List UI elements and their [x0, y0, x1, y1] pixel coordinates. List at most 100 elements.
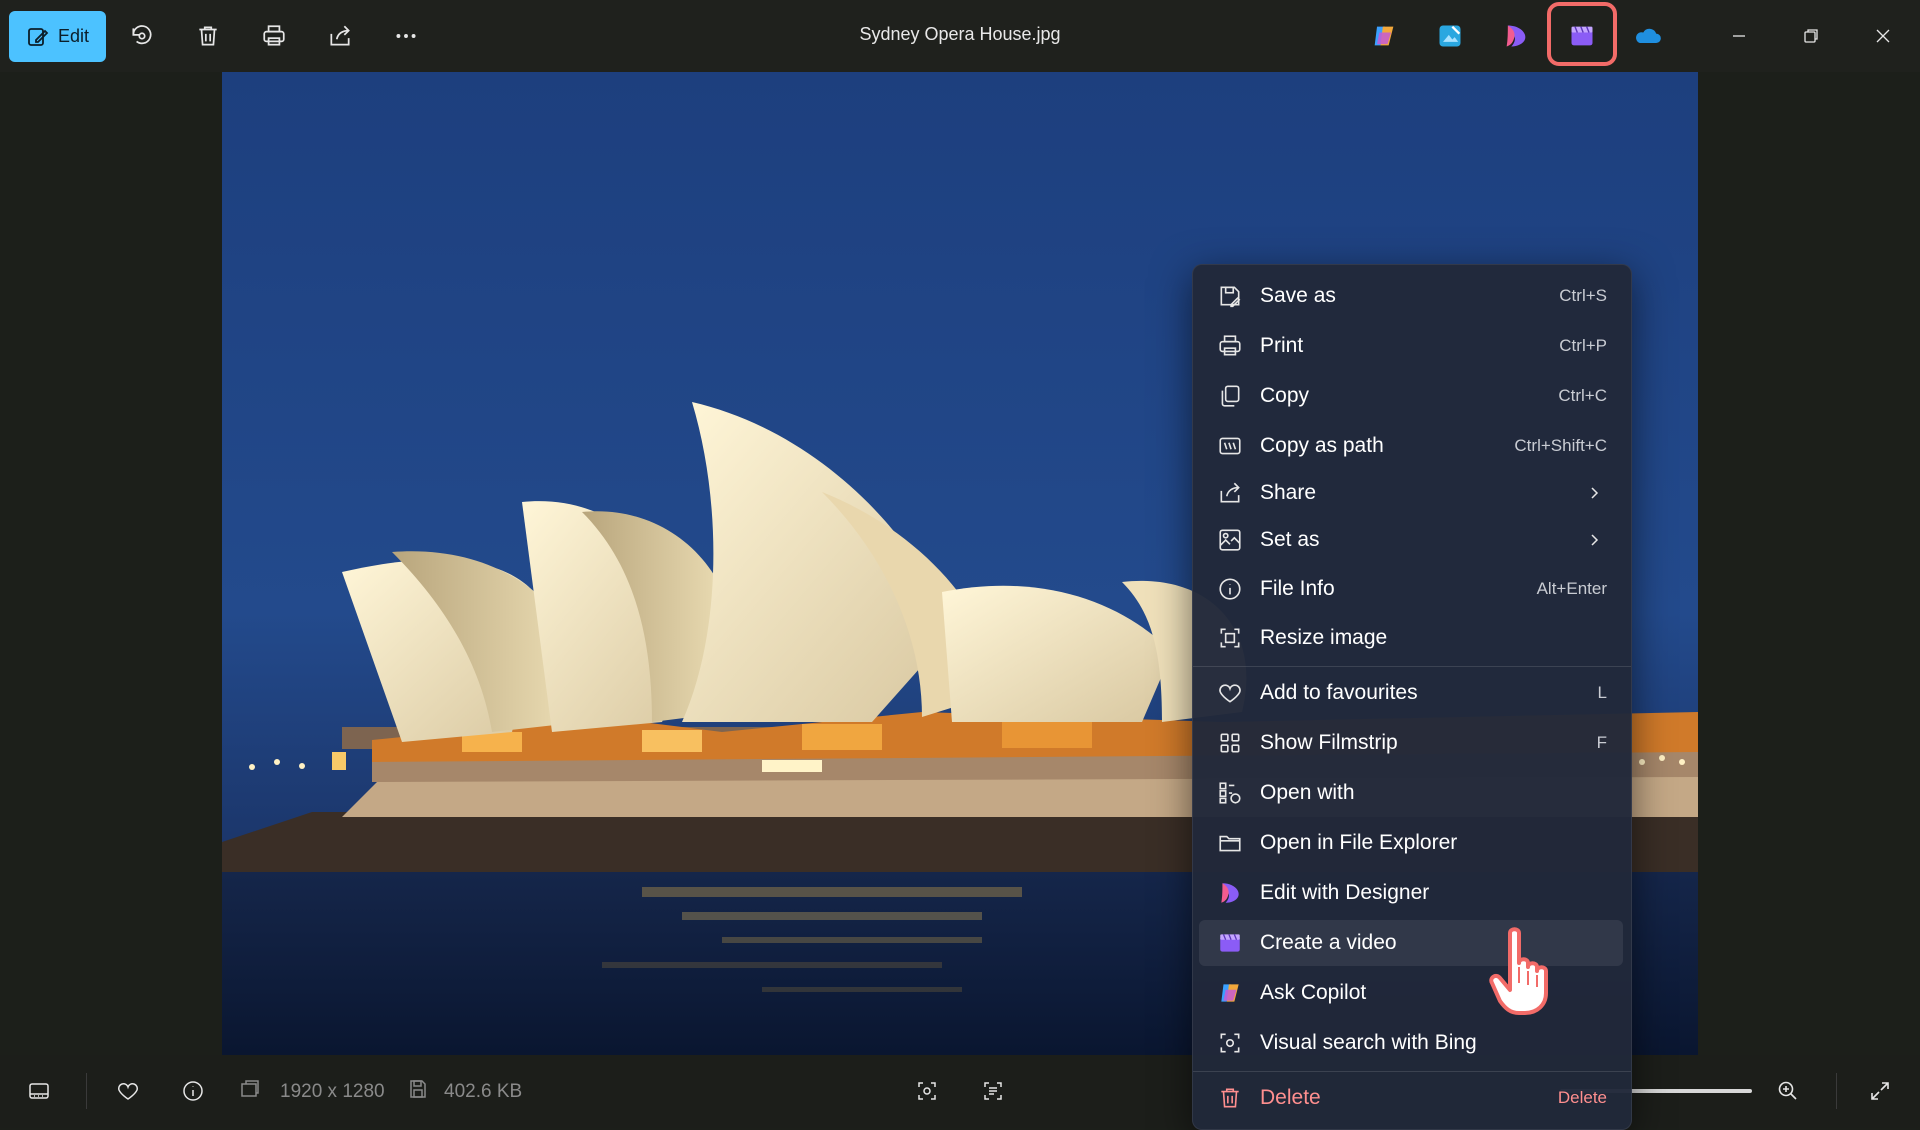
- rotate-button[interactable]: [124, 18, 160, 54]
- menu-item-file-info[interactable]: File Info Alt+Enter: [1199, 566, 1623, 612]
- menu-item-label: Copy as path: [1260, 434, 1384, 457]
- menu-item-add-to-favourites[interactable]: Add to favourites L: [1199, 670, 1623, 716]
- open-with-icon: [1219, 782, 1241, 804]
- menu-item-share[interactable]: Share: [1199, 470, 1623, 516]
- resolution-icon: [236, 1075, 264, 1103]
- heart-icon: [1219, 684, 1241, 703]
- rotate-icon: [132, 25, 152, 45]
- menu-item-label: Open with: [1260, 781, 1355, 804]
- menu-item-shortcut: F: [1596, 733, 1607, 752]
- menu-item-open-in-file-explorer[interactable]: Open in File Explorer: [1199, 820, 1623, 866]
- minimize-icon: [1733, 35, 1745, 37]
- context-menu: Save as Ctrl+S Print Ctrl+P Copy Ctrl+C …: [1192, 264, 1632, 1130]
- minimize-button[interactable]: [1719, 18, 1759, 54]
- visual-search-icon: [918, 1082, 936, 1100]
- onedrive-button[interactable]: [1628, 16, 1668, 56]
- menu-item-shortcut: L: [1597, 683, 1607, 702]
- menu-item-show-filmstrip[interactable]: Show Filmstrip F: [1199, 720, 1623, 766]
- filmstrip-grid-icon: [1220, 733, 1240, 753]
- zoom-in-button[interactable]: [1770, 1073, 1806, 1109]
- edit-button[interactable]: Edit: [9, 11, 106, 62]
- menu-item-label: Open in File Explorer: [1260, 831, 1458, 854]
- chevron-right-icon: [1591, 487, 1599, 499]
- copilot-icon: [1221, 984, 1239, 1002]
- menu-item-shortcut: Alt+Enter: [1536, 579, 1607, 598]
- copy-icon: [1221, 385, 1240, 407]
- window-title: Sydney Opera House.jpg: [859, 24, 1061, 44]
- menu-item-shortcut: Ctrl+Shift+C: [1514, 436, 1607, 455]
- delete-icon: [1221, 1088, 1239, 1108]
- photos-editor-icon: [1439, 25, 1461, 47]
- menu-item-label: Create a video: [1260, 931, 1397, 954]
- text-scan-icon: [984, 1082, 1002, 1100]
- menu-item-delete[interactable]: Delete Delete: [1199, 1075, 1623, 1121]
- copy-path-icon: [1219, 437, 1241, 455]
- status-divider-right: [1836, 1073, 1837, 1109]
- share-icon: [330, 25, 350, 46]
- menu-item-copy-as-path[interactable]: Copy as path Ctrl+Shift+C: [1199, 423, 1623, 469]
- copilot-button[interactable]: [1364, 16, 1404, 56]
- filmstrip-toggle-button[interactable]: [21, 1073, 57, 1109]
- menu-item-open-with[interactable]: Open with: [1199, 770, 1623, 816]
- favourite-button[interactable]: [110, 1073, 146, 1109]
- menu-item-label: Set as: [1260, 528, 1320, 551]
- share-icon: [1220, 482, 1240, 503]
- delete-button[interactable]: [190, 18, 226, 54]
- menu-item-shortcut: Ctrl+P: [1559, 336, 1607, 355]
- chevron-right-icon: [1591, 534, 1599, 546]
- more-icon: [396, 34, 416, 38]
- onedrive-icon: [1636, 28, 1661, 43]
- edit-button-label: Edit: [57, 26, 90, 46]
- print-icon: [263, 25, 285, 46]
- folder-icon: [1219, 835, 1241, 852]
- print-icon: [1219, 335, 1241, 356]
- menu-item-shortcut: Ctrl+C: [1558, 386, 1607, 405]
- menu-item-label: Edit with Designer: [1260, 881, 1430, 904]
- designer-button[interactable]: [1496, 16, 1536, 56]
- restore-button[interactable]: [1791, 18, 1831, 54]
- status-bar: 1920 x 1280 402.6 KB: [0, 1055, 1920, 1128]
- set-as-icon: [1219, 529, 1241, 551]
- text-scan-button[interactable]: [975, 1073, 1011, 1109]
- photos-editor-button[interactable]: [1430, 16, 1470, 56]
- info-icon: [183, 1081, 203, 1101]
- visual-search-button[interactable]: [909, 1073, 945, 1109]
- title-bar: Edit Sydney Opera House.jpg: [0, 0, 1920, 72]
- menu-item-label: Copy: [1260, 384, 1310, 407]
- menu-item-set-as[interactable]: Set as: [1199, 517, 1623, 563]
- designer-icon: [1506, 25, 1526, 47]
- menu-item-edit-with-designer[interactable]: Edit with Designer: [1199, 870, 1623, 916]
- copilot-icon: [1374, 26, 1394, 46]
- menu-item-label: Save as: [1260, 284, 1336, 307]
- status-divider: [86, 1073, 87, 1109]
- visual-search-icon: [1220, 1033, 1240, 1053]
- share-button[interactable]: [322, 18, 358, 54]
- menu-separator: [1193, 666, 1631, 667]
- print-button[interactable]: [256, 18, 292, 54]
- edit-icon: [28, 27, 49, 46]
- menu-item-shortcut: Ctrl+S: [1559, 286, 1607, 305]
- menu-item-label: Share: [1260, 481, 1317, 504]
- fullscreen-button[interactable]: [1862, 1073, 1898, 1109]
- filmstrip-icon: [29, 1083, 49, 1099]
- menu-item-resize-image[interactable]: Resize image: [1199, 615, 1623, 661]
- restore-icon: [1804, 29, 1818, 43]
- close-button[interactable]: [1863, 18, 1903, 54]
- designer-icon: [1221, 883, 1239, 903]
- hand-cursor-icon: [1489, 927, 1548, 1015]
- resize-icon: [1220, 628, 1240, 648]
- menu-item-shortcut: Delete: [1557, 1088, 1607, 1107]
- menu-item-label: Ask Copilot: [1260, 981, 1367, 1004]
- menu-item-save-as[interactable]: Save as Ctrl+S: [1199, 273, 1623, 319]
- menu-item-print[interactable]: Print Ctrl+P: [1199, 323, 1623, 369]
- save-as-icon: [1220, 286, 1241, 308]
- menu-item-visual-search-with-bing[interactable]: Visual search with Bing: [1199, 1020, 1623, 1066]
- expand-icon: [1871, 1082, 1889, 1100]
- close-icon: [1876, 29, 1890, 43]
- more-button[interactable]: [388, 18, 424, 54]
- menu-item-copy[interactable]: Copy Ctrl+C: [1199, 373, 1623, 419]
- file-info-button[interactable]: [175, 1073, 211, 1109]
- info-icon: [1219, 578, 1241, 600]
- menu-item-label: Add to favourites: [1260, 681, 1418, 704]
- clipchamp-highlight: [1547, 2, 1617, 66]
